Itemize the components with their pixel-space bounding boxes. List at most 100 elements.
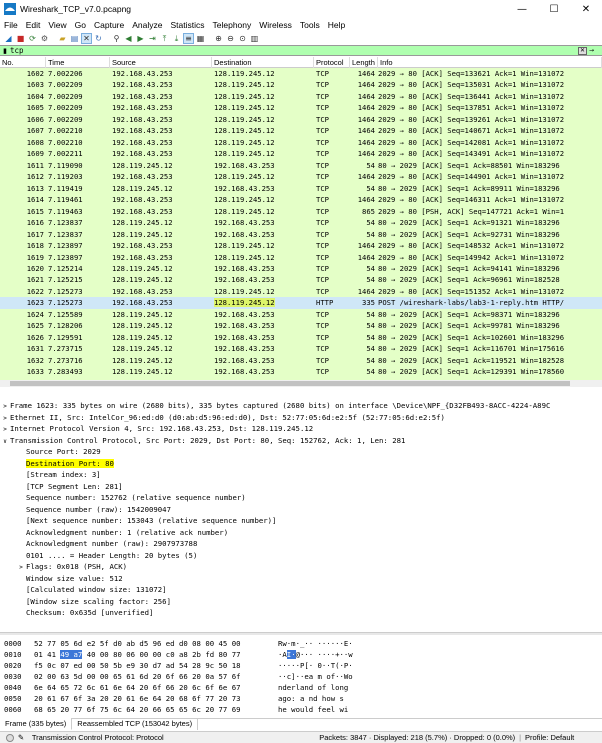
tab-reassembled-tcp[interactable]: Reassembled TCP (153042 bytes) bbox=[72, 718, 199, 730]
hex-row[interactable]: 0000 52 77 05 6d e2 5f d0 ab d5 96 ed d0… bbox=[0, 638, 602, 649]
tab-frame-bytes[interactable]: Frame (335 bytes) bbox=[0, 718, 73, 730]
menu-view[interactable]: View bbox=[48, 20, 66, 30]
packet-row[interactable]: 1631 7.273715 128.119.245.12 192.168.43.253… bbox=[0, 343, 602, 355]
restart-icon[interactable]: ⟳ bbox=[27, 33, 38, 44]
packet-row[interactable]: 1620 7.125214 128.119.245.12 192.168.43.253… bbox=[0, 262, 602, 275]
packet-row[interactable]: 1608 7.002210 192.168.43.253 128.119.245.12… bbox=[0, 136, 602, 149]
packet-row[interactable]: 1633 7.283493 128.119.245.12 192.168.43.253… bbox=[0, 366, 602, 378]
hex-row[interactable]: 0010 01 41 49 a7 40 00 80 06 00 00 c0 a8… bbox=[0, 649, 602, 660]
packet-row[interactable]: 1617 7.123837 128.119.245.12 192.168.43.253… bbox=[0, 228, 602, 241]
menu-statistics[interactable]: Statistics bbox=[170, 20, 204, 30]
zoom-out-icon[interactable]: ⊖ bbox=[225, 33, 236, 44]
display-filter-input[interactable]: tcp bbox=[10, 46, 578, 55]
scrollbar-thumb[interactable] bbox=[10, 381, 570, 386]
column-header-no[interactable]: No. bbox=[0, 57, 46, 68]
packet-row[interactable]: 1625 7.128206 128.119.245.12 192.168.43.253… bbox=[0, 320, 602, 332]
packet-row[interactable]: 1607 7.002210 192.168.43.253 128.119.245.12… bbox=[0, 125, 602, 137]
goto-icon[interactable]: ⇥ bbox=[147, 33, 158, 44]
column-header-source[interactable]: Source bbox=[110, 57, 212, 68]
collapse-arrow-icon[interactable]: ∨ bbox=[0, 436, 10, 448]
minimize-button[interactable]: — bbox=[506, 0, 538, 18]
column-header-info[interactable]: Info bbox=[378, 57, 602, 68]
packet-row[interactable]: 1613 7.119419 128.119.245.12 192.168.43.253… bbox=[0, 182, 602, 195]
tcp-source-port[interactable]: Source Port: 2029 bbox=[0, 446, 602, 458]
expand-arrow-icon[interactable]: > bbox=[0, 401, 10, 413]
expert-info-icon[interactable] bbox=[6, 733, 14, 742]
menu-file[interactable]: File bbox=[4, 20, 18, 30]
tcp-window-scaling[interactable]: [Window size scaling factor: 256] bbox=[0, 596, 602, 608]
close-file-icon[interactable]: ✕ bbox=[81, 33, 92, 44]
tcp-stream-index[interactable]: [Stream index: 3] bbox=[0, 469, 602, 481]
packet-row[interactable]: 1604 7.002209 192.168.43.253 128.119.245.12… bbox=[0, 90, 602, 103]
save-icon[interactable]: ▤ bbox=[69, 33, 80, 44]
stop-icon[interactable]: ■ bbox=[15, 33, 26, 44]
edit-comment-icon[interactable]: ✎ bbox=[18, 733, 26, 742]
packet-row[interactable]: 1624 7.125589 128.119.245.12 192.168.43.253… bbox=[0, 308, 602, 321]
hex-row[interactable]: 0030 02 00 63 5d 00 00 65 61 6d 20 6f 66… bbox=[0, 671, 602, 682]
packet-row[interactable]: 1612 7.119203 192.168.43.253 128.119.245.12… bbox=[0, 171, 602, 183]
menu-help[interactable]: Help bbox=[328, 20, 345, 30]
tree-ethernet[interactable]: > Ethernet II, Src: IntelCor_96:ed:d0 (d0… bbox=[0, 412, 602, 424]
column-header-time[interactable]: Time bbox=[46, 57, 110, 68]
tcp-destination-port[interactable]: Destination Port: 80 bbox=[0, 458, 602, 470]
tree-tcp[interactable]: ∨ Transmission Control Protocol, Src Port… bbox=[0, 435, 602, 447]
expand-arrow-icon[interactable]: > bbox=[0, 424, 10, 436]
menu-analyze[interactable]: Analyze bbox=[132, 20, 162, 30]
packet-row[interactable]: 1621 7.125215 128.119.245.12 192.168.43.253… bbox=[0, 274, 602, 286]
packet-row[interactable]: 1602 7.002206 192.168.43.253 128.119.245.12… bbox=[0, 68, 602, 80]
hex-row[interactable]: 0040 6e 64 65 72 6c 61 6e 64 20 6f 66 20… bbox=[0, 682, 602, 693]
maximize-button[interactable]: ☐ bbox=[538, 0, 570, 18]
menu-tools[interactable]: Tools bbox=[300, 20, 320, 30]
back-icon[interactable]: ◀ bbox=[123, 33, 134, 44]
packet-row[interactable]: 1611 7.119090 128.119.245.12 192.168.43.253… bbox=[0, 159, 602, 172]
column-header-length[interactable]: Length bbox=[350, 57, 378, 68]
packet-row[interactable]: 1603 7.002209 192.168.43.253 128.119.245.12… bbox=[0, 79, 602, 91]
column-header-destination[interactable]: Destination bbox=[212, 57, 314, 68]
packet-row[interactable]: 1618 7.123897 192.168.43.253 128.119.245.12… bbox=[0, 240, 602, 252]
packet-list-scrollbar[interactable] bbox=[0, 380, 602, 387]
menu-go[interactable]: Go bbox=[75, 20, 86, 30]
packet-row[interactable]: 1616 7.123837 128.119.245.12 192.168.43.253… bbox=[0, 217, 602, 229]
tcp-seq-raw[interactable]: Sequence number (raw): 1542009047 bbox=[0, 504, 602, 516]
options-icon[interactable]: ⚙ bbox=[39, 33, 50, 44]
resize-columns-icon[interactable]: ▥ bbox=[249, 33, 260, 44]
packet-row-selected[interactable]: 1623 7.125273 192.168.43.253 128.119.245.12… bbox=[0, 297, 602, 309]
zoom-reset-icon[interactable]: ⊙ bbox=[237, 33, 248, 44]
menu-telephony[interactable]: Telephony bbox=[213, 20, 252, 30]
forward-icon[interactable]: ▶ bbox=[135, 33, 146, 44]
menu-edit[interactable]: Edit bbox=[26, 20, 41, 30]
find-icon[interactable]: ⚲ bbox=[111, 33, 122, 44]
tcp-window-size[interactable]: Window size value: 512 bbox=[0, 573, 602, 585]
packet-row[interactable]: 1609 7.002211 192.168.43.253 128.119.245.12… bbox=[0, 148, 602, 160]
pane-splitter[interactable] bbox=[0, 632, 602, 635]
packet-row[interactable]: 1614 7.119461 192.168.43.253 128.119.245.12… bbox=[0, 194, 602, 206]
menu-capture[interactable]: Capture bbox=[94, 20, 124, 30]
zoom-in-icon[interactable]: ⊕ bbox=[213, 33, 224, 44]
tcp-next-seq[interactable]: [Next sequence number: 153043 (relative … bbox=[0, 515, 602, 527]
bookmark-icon[interactable]: ▮ bbox=[0, 47, 10, 55]
shark-fin-icon[interactable]: ◢ bbox=[3, 33, 14, 44]
tree-ip[interactable]: > Internet Protocol Version 4, Src: 192.1… bbox=[0, 423, 602, 435]
tcp-flags[interactable]: > Flags: 0x018 (PSH, ACK) bbox=[0, 561, 602, 573]
packet-row[interactable]: 1626 7.129591 128.119.245.12 192.168.43.253… bbox=[0, 331, 602, 344]
hex-row[interactable]: 0050 20 61 67 6f 3a 20 20 61 6e 64 20 68… bbox=[0, 693, 602, 704]
last-icon[interactable]: ⤓ bbox=[171, 33, 182, 44]
open-icon[interactable]: ▰ bbox=[57, 33, 68, 44]
tcp-segment-len[interactable]: [TCP Segment Len: 281] bbox=[0, 481, 602, 493]
packet-row[interactable]: 1605 7.002209 192.168.43.253 128.119.245.12… bbox=[0, 102, 602, 114]
packet-row[interactable]: 1615 7.119463 192.168.43.253 128.119.245.12… bbox=[0, 205, 602, 218]
hex-row[interactable]: 0020 f5 0c 07 ed 00 50 5b e9 30 d7 ad 54… bbox=[0, 660, 602, 671]
first-icon[interactable]: ⤒ bbox=[159, 33, 170, 44]
tcp-ack-raw[interactable]: Acknowledgment number (raw): 2907973788 bbox=[0, 538, 602, 550]
clear-filter-button[interactable]: ✕ bbox=[578, 46, 587, 55]
tree-frame[interactable]: > Frame 1623: 335 bytes on wire (2680 bit… bbox=[0, 400, 602, 412]
packet-row[interactable]: 1622 7.125273 192.168.43.253 128.119.245.12… bbox=[0, 285, 602, 298]
tcp-ack-number[interactable]: Acknowledgment number: 1 (relative ack n… bbox=[0, 527, 602, 539]
hex-row[interactable]: 0060 68 65 20 77 6f 75 6c 64 20 66 65 65… bbox=[0, 704, 602, 715]
colorize-icon[interactable]: ▦ bbox=[195, 33, 206, 44]
column-header-protocol[interactable]: Protocol bbox=[314, 57, 350, 68]
packet-row[interactable]: 1632 7.273716 128.119.245.12 192.168.43.253… bbox=[0, 354, 602, 367]
status-profile[interactable]: Profile: Default bbox=[525, 733, 602, 742]
close-button[interactable]: ✕ bbox=[570, 0, 602, 18]
packet-row[interactable]: 1606 7.002209 192.168.43.253 128.119.245.12… bbox=[0, 113, 602, 126]
